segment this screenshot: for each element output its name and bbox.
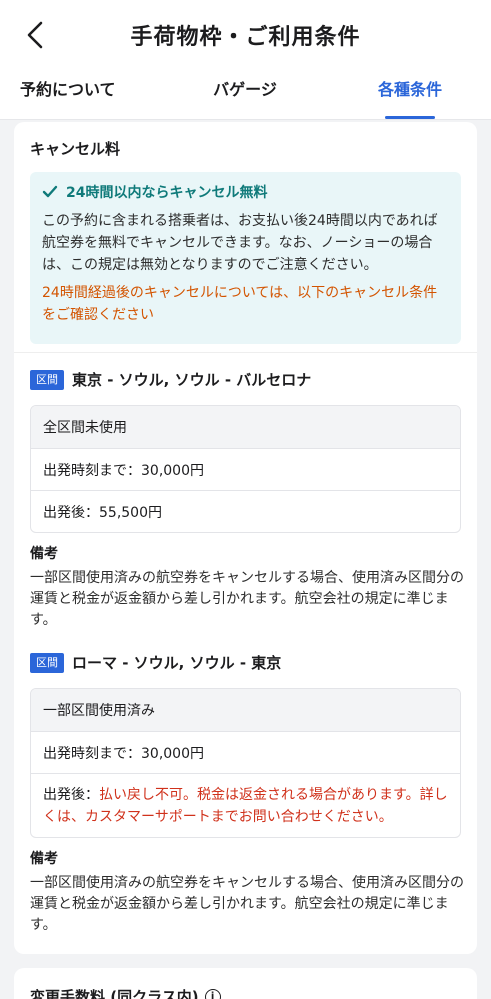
note-body: 一部区間使用済みの航空券をキャンセルする場合、使用済み区間分の運賃と税金が返金額… [30,570,464,628]
fee-table: 全区間未使用 出発時刻まで：30,000円 出発後：55,500円 [30,405,461,533]
table-header: 一部区間使用済み [31,689,460,731]
after-label: 出発後： [43,786,99,803]
info-icon[interactable]: i [204,988,221,999]
table-row: 出発後：55,500円 [31,490,460,532]
note-title: 備考 [30,851,58,867]
notice-headline: 24時間以内ならキャンセル無料 [42,182,449,202]
after-warning: 払い戻し不可。税金は返金される場合があります。詳しくは、カスタマーサポートまでお… [43,786,448,825]
segment-route-text: ローマ - ソウル, ソウル - 東京 [72,654,282,672]
fee-table: 一部区間使用済み 出発時刻まで：30,000円 出発後：払い戻し不可。税金は返金… [30,688,461,838]
change-fee-card[interactable]: 変更手数料 (同クラス内) i [14,968,477,999]
note-title: 備考 [30,546,58,562]
segment-route-text: 東京 - ソウル, ソウル - バルセロナ [72,371,312,389]
table-row: 出発後：払い戻し不可。税金は返金される場合があります。詳しくは、カスタマーサポー… [31,773,460,837]
segment-route: 区間 ローマ - ソウル, ソウル - 東京 [30,652,281,673]
change-fee-title: 変更手数料 (同クラス内) [30,988,199,999]
table-header: 全区間未使用 [31,406,460,448]
top-bar: 手荷物枠・ご利用条件 [0,0,491,70]
notice-warning: 24時間経過後のキャンセルについては、以下のキャンセル条件をご確認ください [42,285,438,323]
cancellation-card: キャンセル料 24時間以内ならキャンセル無料 この予約に含まれる搭乗者は、お支払… [14,122,477,954]
free-cancel-notice: 24時間以内ならキャンセル無料 この予約に含まれる搭乗者は、お支払い後24時間以… [30,172,461,344]
divider [14,352,477,353]
table-row: 出発時刻まで：30,000円 [31,731,460,773]
notice-body: この予約に含まれる搭乗者は、お支払い後24時間以内であれば航空券を無料でキャンセ… [42,213,438,273]
segment-badge: 区間 [30,369,64,390]
tab-reservation[interactable]: 予約について [20,70,160,120]
segment-route: 区間 東京 - ソウル, ソウル - バルセロナ [30,369,311,390]
chevron-left-icon [27,21,43,49]
segment-badge: 区間 [30,652,64,673]
table-row: 出発時刻まで：30,000円 [31,448,460,490]
back-button[interactable] [20,18,50,52]
check-icon [42,185,58,198]
notice-headline-text: 24時間以内ならキャンセル無料 [66,185,268,201]
tab-baggage[interactable]: バゲージ [175,70,315,120]
note-body: 一部区間使用済みの航空券をキャンセルする場合、使用済み区間分の運賃と税金が返金額… [30,875,464,933]
tab-conditions[interactable]: 各種条件 [340,70,480,120]
active-tab-indicator [385,116,435,119]
cancellation-title: キャンセル料 [30,140,121,158]
tab-bar: 予約について バゲージ 各種条件 [0,70,491,120]
change-fee-title-row: 変更手数料 (同クラス内) i [30,986,221,999]
page-title: 手荷物枠・ご利用条件 [130,25,361,50]
